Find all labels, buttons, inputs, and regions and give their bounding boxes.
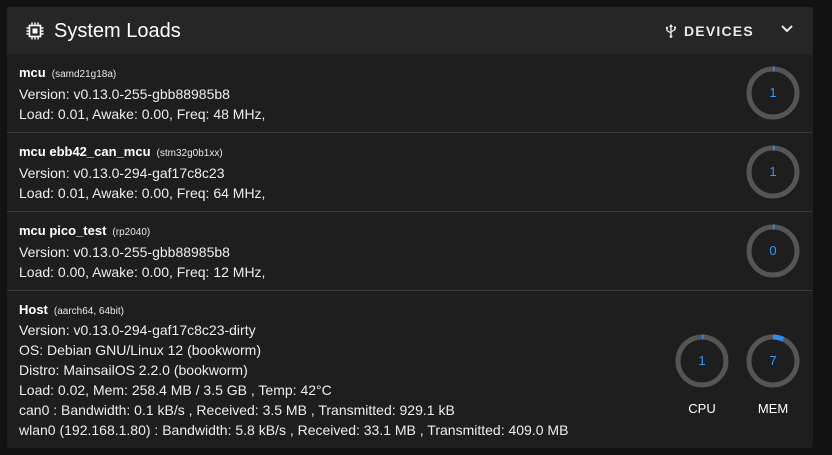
mem-label: MEM — [757, 401, 789, 416]
host-name-label: Host — [19, 302, 48, 317]
mcu-name-label: mcu ebb42_can_mcu — [19, 144, 151, 159]
load-gauge: 0 — [745, 223, 801, 279]
usb-icon — [665, 24, 676, 38]
list-item: Host (aarch64, 64bit) Version: v0.13.0-29… — [7, 291, 813, 448]
mcu-name-label: mcu — [19, 65, 46, 80]
version-text: Version: v0.13.0-255-gbb88985b8 — [19, 86, 230, 102]
load-text: Load: 0.02, Mem: 258.4 MB / 3.5 GB , Tem… — [19, 382, 332, 398]
os-text: OS: Debian GNU/Linux 12 (bookworm) — [19, 342, 261, 358]
version-text: Version: v0.13.0-294-gaf17c8c23-dirty — [19, 322, 256, 338]
list-item: mcu ebb42_can_mcu (stm32g0b1xx) Version: … — [7, 133, 813, 212]
list-item: mcu pico_test (rp2040) Version: v0.13.0-2… — [7, 212, 813, 291]
mem-gauge: 7 — [745, 333, 801, 389]
host-name: Host (aarch64, 64bit) — [19, 302, 124, 320]
host-arch: (aarch64, 64bit) — [53, 306, 124, 317]
version-text: Version: v0.13.0-294-gaf17c8c23 — [19, 165, 225, 181]
panel-header: System Loads DEVICES — [7, 7, 813, 54]
load-gauge-value: 0 — [769, 243, 777, 258]
cpu-label: CPU — [688, 401, 716, 416]
chip-icon — [26, 22, 44, 40]
devices-button-label: DEVICES — [684, 23, 754, 39]
cpu-gauge-value: 1 — [698, 353, 706, 368]
mcu-name: mcu ebb42_can_mcu (stm32g0b1xx) — [19, 144, 223, 162]
panel-title: System Loads — [54, 20, 181, 42]
chevron-down-icon[interactable] — [780, 24, 794, 34]
devices-button[interactable]: DEVICES — [659, 17, 759, 45]
can0-text: can0 : Bandwidth: 0.1 kB/s , Received: 3… — [19, 402, 455, 418]
mem-gauge-value: 7 — [769, 353, 777, 368]
load-text: Load: 0.00, Awake: 0.00, Freq: 12 MHz, — [19, 264, 266, 280]
mcu-name-label: mcu pico_test — [19, 223, 107, 238]
mcu-name: mcu pico_test (rp2040) — [19, 223, 150, 241]
wlan0-text: wlan0 (192.168.1.80) : Bandwidth: 5.8 kB… — [19, 422, 569, 438]
cpu-gauge: 1 — [674, 333, 730, 389]
system-loads-panel: System Loads DEVICES mcu (samd21g18a) Ver… — [7, 7, 813, 448]
version-text: Version: v0.13.0-255-gbb88985b8 — [19, 244, 230, 260]
load-text: Load: 0.01, Awake: 0.00, Freq: 64 MHz, — [19, 185, 266, 201]
mcu-name: mcu (samd21g18a) — [19, 65, 116, 83]
load-gauge-value: 1 — [769, 164, 777, 179]
mcu-chip: (rp2040) — [112, 227, 151, 238]
list-item: mcu (samd21g18a) Version: v0.13.0-255-gbb… — [7, 54, 813, 133]
load-gauge: 1 — [745, 65, 801, 121]
distro-text: Distro: MainsailOS 2.2.0 (bookworm) — [19, 362, 248, 378]
load-text: Load: 0.01, Awake: 0.00, Freq: 48 MHz, — [19, 106, 266, 122]
mcu-chip: (stm32g0b1xx) — [156, 148, 223, 159]
load-gauge: 1 — [745, 144, 801, 200]
mcu-chip: (samd21g18a) — [51, 69, 117, 80]
load-gauge-value: 1 — [769, 85, 777, 100]
